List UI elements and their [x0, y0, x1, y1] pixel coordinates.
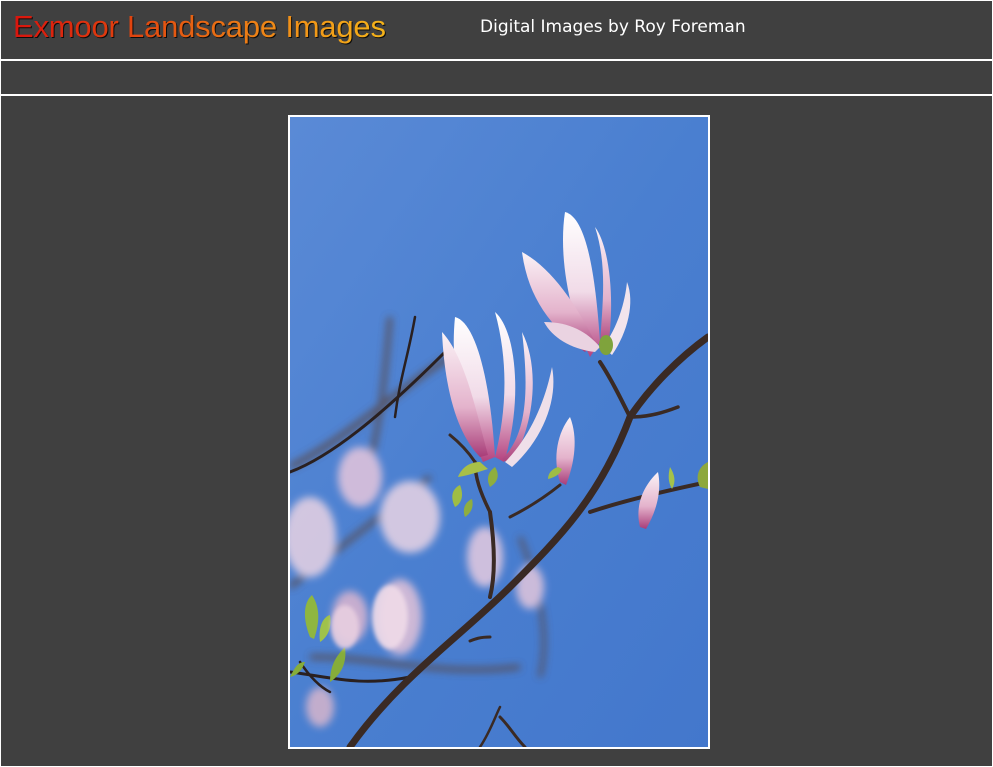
page-frame: Exmoor Landscape Images Digital Images b…	[0, 0, 993, 767]
site-subtitle: Digital Images by Roy Foreman	[480, 17, 746, 37]
site-header: Exmoor Landscape Images Digital Images b…	[1, 1, 992, 61]
photo[interactable]	[288, 115, 710, 749]
site-title[interactable]: Exmoor Landscape Images	[13, 9, 386, 45]
magnolia-photo	[290, 117, 708, 747]
navigation-bar	[1, 61, 992, 96]
